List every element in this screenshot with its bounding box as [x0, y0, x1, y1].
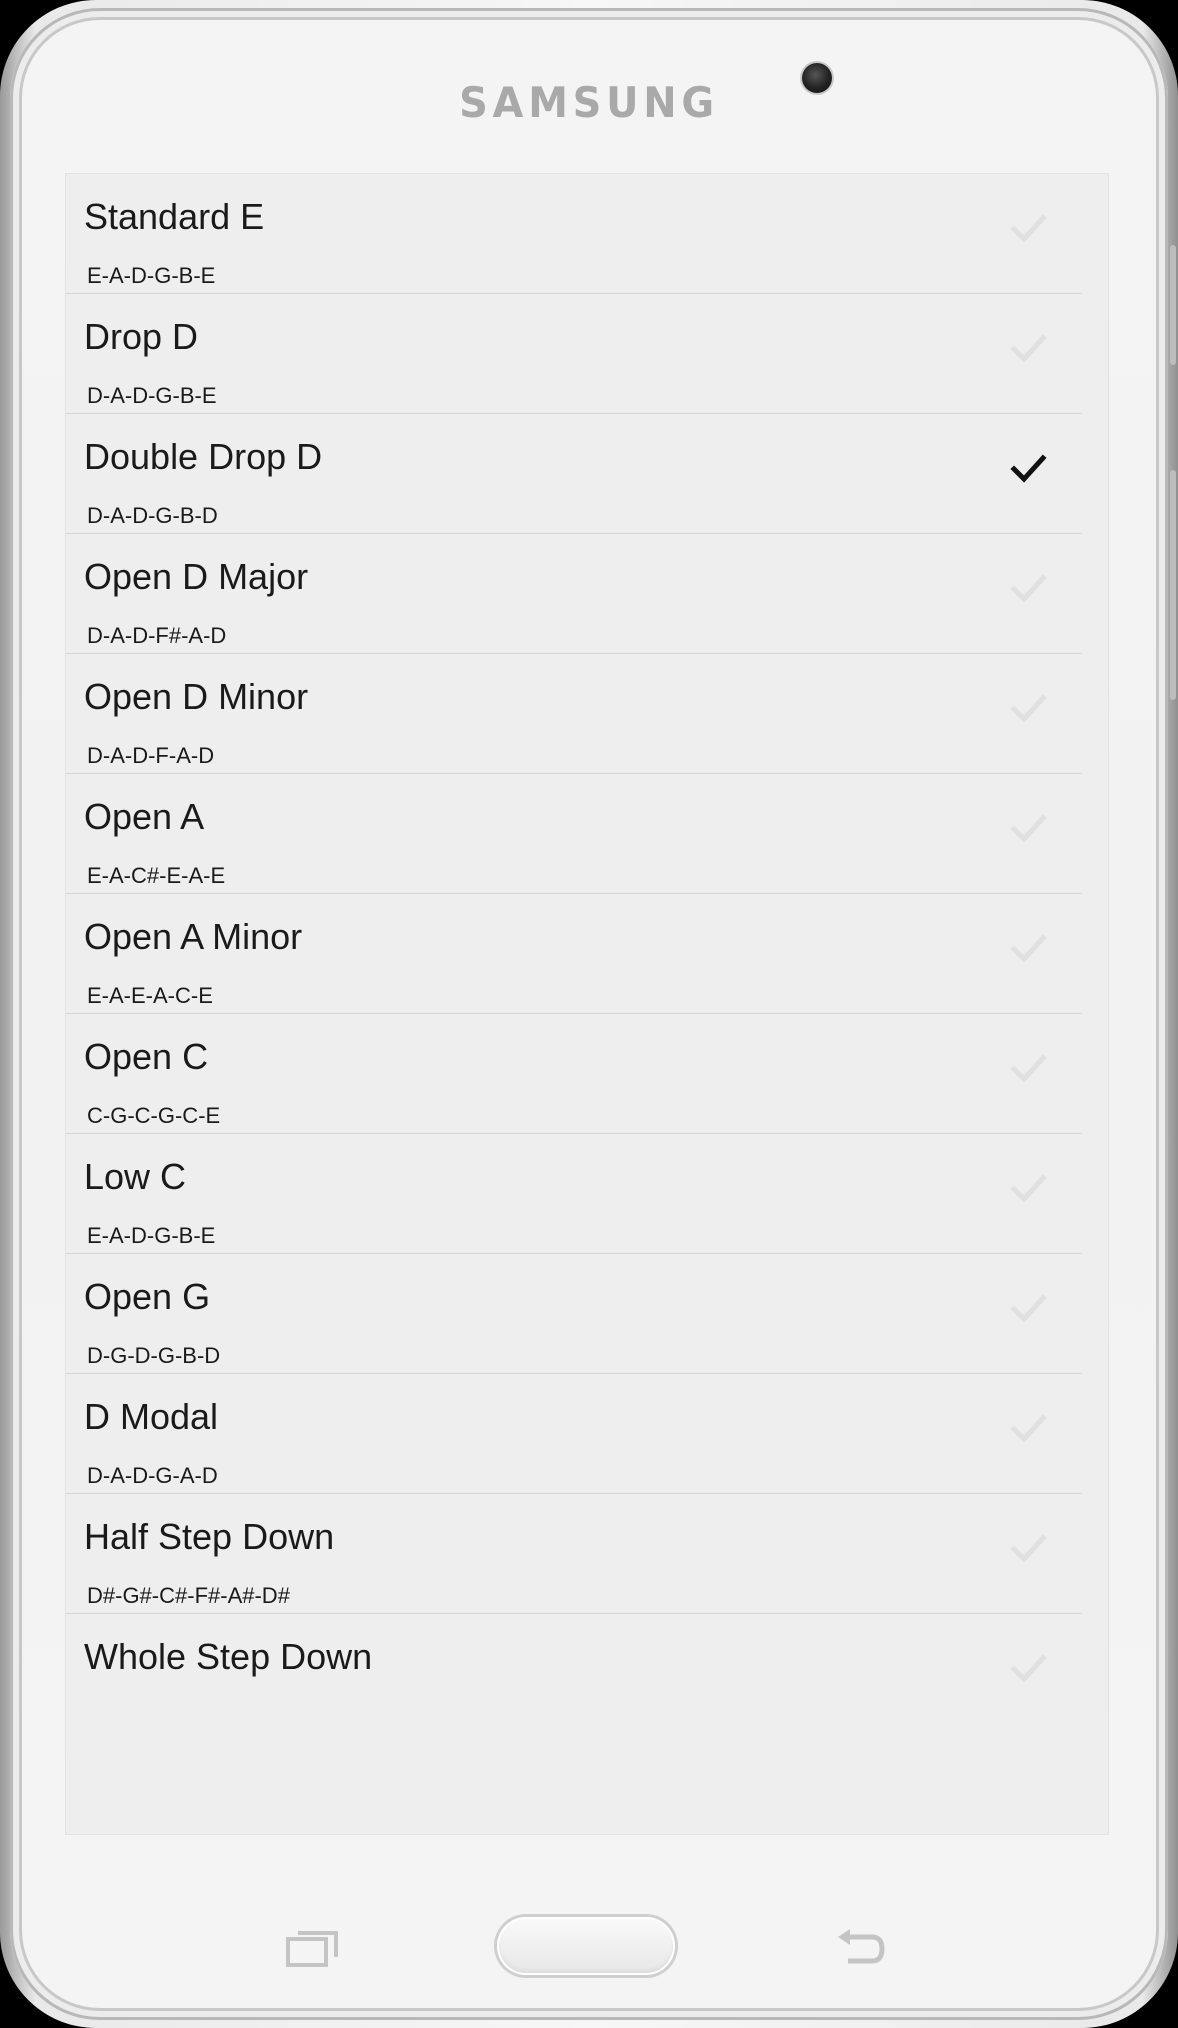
- tuning-notes: E-A-E-A-C-E: [87, 983, 213, 1008]
- tuning-notes: E-A-D-G-B-E: [87, 263, 216, 288]
- checkmark-icon[interactable]: [1008, 1048, 1048, 1088]
- tuning-name: Open D Minor: [84, 676, 309, 717]
- tuning-name: Double Drop D: [84, 436, 323, 477]
- tuning-notes: D#-G#-C#-F#-A#-D#: [87, 1583, 290, 1608]
- tuning-row[interactable]: D Modal D-A-D-G-A-D: [66, 1374, 1082, 1494]
- back-icon[interactable]: [836, 1927, 886, 1967]
- tuning-row[interactable]: Open D Major D-A-D-F#-A-D: [66, 534, 1082, 654]
- checkmark-icon[interactable]: [1008, 1648, 1048, 1688]
- tablet-frame: SAMSUNG Standard E E-A-D-G-B-E Drop D D-…: [0, 0, 1178, 2028]
- tuning-row[interactable]: Open G D-G-D-G-B-D: [66, 1254, 1082, 1374]
- home-button[interactable]: [497, 1917, 675, 1975]
- tuning-name: Open A: [84, 796, 205, 837]
- tuning-row[interactable]: Whole Step Down: [66, 1614, 1082, 1734]
- tuning-notes: E-A-C#-E-A-E: [87, 863, 226, 888]
- checkmark-icon[interactable]: [1008, 568, 1048, 608]
- tuning-notes: D-A-D-F#-A-D: [87, 623, 227, 648]
- tuning-row[interactable]: Standard E E-A-D-G-B-E: [66, 174, 1082, 294]
- tuning-row[interactable]: Open D Minor D-A-D-F-A-D: [66, 654, 1082, 774]
- tuning-name: Open G: [84, 1276, 211, 1317]
- hardware-nav-bar: [0, 1915, 1178, 1985]
- tuning-row[interactable]: Double Drop D D-A-D-G-B-D: [66, 414, 1082, 534]
- tuning-row[interactable]: Low C E-A-D-G-B-E: [66, 1134, 1082, 1254]
- checkmark-icon[interactable]: [1008, 448, 1048, 488]
- tuning-list: Standard E E-A-D-G-B-E Drop D D-A-D-G-B-…: [66, 174, 1108, 1734]
- tuning-row[interactable]: Drop D D-A-D-G-B-E: [66, 294, 1082, 414]
- tuning-notes: D-A-D-F-A-D: [87, 743, 215, 768]
- checkmark-icon[interactable]: [1008, 688, 1048, 728]
- tuning-notes: D-A-D-G-B-E: [87, 383, 217, 408]
- tuning-row[interactable]: Open A Minor E-A-E-A-C-E: [66, 894, 1082, 1014]
- tuning-notes: D-A-D-G-A-D: [87, 1463, 218, 1488]
- tuning-name: Open C: [84, 1036, 209, 1077]
- volume-button: [1170, 245, 1176, 365]
- tuning-notes: C-G-C-G-C-E: [87, 1103, 221, 1128]
- tuning-notes: D-G-D-G-B-D: [87, 1343, 221, 1368]
- tuning-name: Half Step Down: [84, 1516, 335, 1557]
- checkmark-icon[interactable]: [1008, 1288, 1048, 1328]
- checkmark-icon[interactable]: [1008, 1528, 1048, 1568]
- checkmark-icon[interactable]: [1008, 328, 1048, 368]
- tuning-row[interactable]: Open C C-G-C-G-C-E: [66, 1014, 1082, 1134]
- tuning-name: Low C: [84, 1156, 187, 1197]
- power-button: [1170, 470, 1176, 700]
- brand-logo: SAMSUNG: [459, 78, 719, 127]
- tuning-name: Open A Minor: [84, 916, 303, 957]
- tuning-name: Standard E: [84, 196, 265, 237]
- tuning-row[interactable]: Half Step Down D#-G#-C#-F#-A#-D#: [66, 1494, 1082, 1614]
- tuning-name: D Modal: [84, 1396, 219, 1437]
- tuning-name: Whole Step Down: [84, 1636, 373, 1677]
- recent-apps-icon[interactable]: [286, 1929, 338, 1967]
- front-camera: [802, 63, 832, 93]
- checkmark-icon[interactable]: [1008, 808, 1048, 848]
- tuning-notes: E-A-D-G-B-E: [87, 1223, 216, 1248]
- checkmark-icon[interactable]: [1008, 928, 1048, 968]
- app-screen: Standard E E-A-D-G-B-E Drop D D-A-D-G-B-…: [66, 174, 1108, 1834]
- checkmark-icon[interactable]: [1008, 1168, 1048, 1208]
- checkmark-icon[interactable]: [1008, 1408, 1048, 1448]
- tuning-name: Open D Major: [84, 556, 309, 597]
- tuning-row[interactable]: Open A E-A-C#-E-A-E: [66, 774, 1082, 894]
- tuning-notes: D-A-D-G-B-D: [87, 503, 218, 528]
- tuning-name: Drop D: [84, 316, 199, 357]
- checkmark-icon[interactable]: [1008, 208, 1048, 248]
